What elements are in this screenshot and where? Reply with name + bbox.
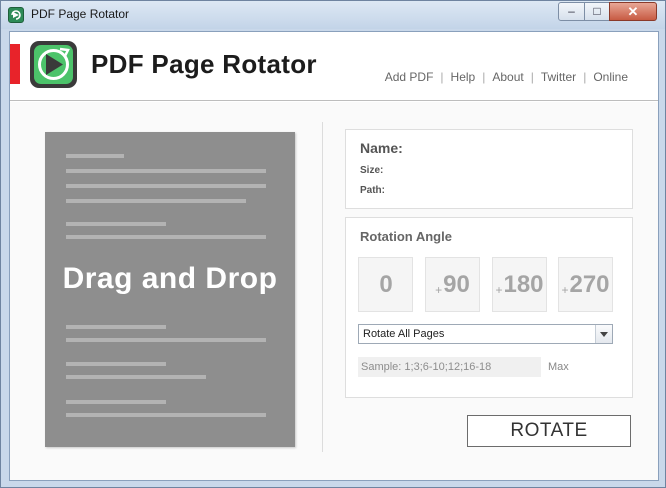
doc-line-decoration (66, 154, 124, 158)
angle-prefix: + (435, 282, 443, 297)
client-area: PDF Page Rotator Add PDF | Help | About | Twit… (9, 31, 659, 481)
angle-90-button[interactable]: +90 (425, 257, 480, 312)
nav-separator: | (530, 70, 534, 84)
nav-separator: | (482, 70, 486, 84)
doc-line-decoration (66, 362, 166, 366)
nav-online[interactable]: Online (593, 70, 628, 84)
close-icon: ✕ (627, 4, 639, 19)
file-size-label: Size: (360, 165, 384, 176)
doc-line-decoration (66, 222, 166, 226)
angle-value: 180 (503, 270, 544, 298)
angle-prefix: + (561, 282, 569, 297)
angle-prefix: + (495, 282, 503, 297)
accent-bar (10, 44, 20, 84)
max-pages-label: Max (548, 361, 569, 373)
nav-about[interactable]: About (492, 70, 523, 84)
doc-line-decoration (66, 325, 166, 329)
angle-value: 0 (379, 270, 393, 298)
panel-divider (322, 122, 323, 452)
doc-line-decoration (66, 400, 166, 404)
rotate-mode-value: Rotate All Pages (363, 328, 445, 340)
maximize-icon: □ (593, 4, 601, 18)
doc-line-decoration (66, 199, 246, 203)
angle-270-button[interactable]: +270 (558, 257, 613, 312)
app-window: PDF Page Rotator – □ ✕ PDF Page Rotator … (0, 0, 666, 488)
app-name: PDF Page Rotator (91, 49, 317, 79)
doc-line-decoration (66, 235, 266, 239)
rotate-button[interactable]: ROTATE (467, 415, 631, 447)
app-small-icon (8, 7, 24, 23)
page-range-input[interactable] (358, 357, 541, 377)
pdf-drop-zone[interactable]: Drag and Drop (45, 132, 295, 447)
drop-zone-label: Drag and Drop (62, 262, 278, 295)
doc-line-decoration (66, 413, 266, 417)
file-path-label: Path: (360, 185, 385, 196)
close-button[interactable]: ✕ (609, 2, 657, 21)
angle-0-button[interactable]: 0 (358, 257, 413, 312)
file-name-label: Name: (360, 140, 403, 156)
angle-value: 270 (569, 270, 610, 298)
angle-180-button[interactable]: +180 (492, 257, 547, 312)
doc-line-decoration (66, 169, 266, 173)
rotation-panel: Rotation Angle 0 +90 +180 +270 Rotate Al… (345, 217, 633, 398)
app-header: PDF Page Rotator Add PDF | Help | About | Twit… (10, 32, 658, 101)
rotate-mode-select[interactable]: Rotate All Pages (358, 324, 613, 344)
window-title: PDF Page Rotator (31, 7, 130, 21)
nav-add-pdf[interactable]: Add PDF (385, 70, 434, 84)
doc-line-decoration (66, 184, 266, 188)
main-body: Drag and Drop Name: Size: Path: Rotation… (10, 102, 658, 480)
file-info-panel: Name: Size: Path: (345, 129, 633, 209)
nav-twitter[interactable]: Twitter (541, 70, 576, 84)
nav-help[interactable]: Help (451, 70, 476, 84)
minimize-icon: – (568, 4, 575, 18)
title-bar[interactable]: PDF Page Rotator – □ ✕ (1, 1, 665, 29)
header-nav: Add PDF | Help | About | Twitter | Online (385, 70, 628, 84)
doc-line-decoration (66, 338, 266, 342)
doc-line-decoration (66, 375, 206, 379)
rotation-angle-title: Rotation Angle (360, 229, 452, 244)
maximize-button[interactable]: □ (584, 2, 610, 21)
nav-separator: | (583, 70, 587, 84)
nav-separator: | (440, 70, 444, 84)
angle-value: 90 (443, 270, 470, 298)
chevron-down-icon[interactable] (595, 325, 612, 343)
app-logo-icon (30, 41, 77, 88)
minimize-button[interactable]: – (558, 2, 585, 21)
